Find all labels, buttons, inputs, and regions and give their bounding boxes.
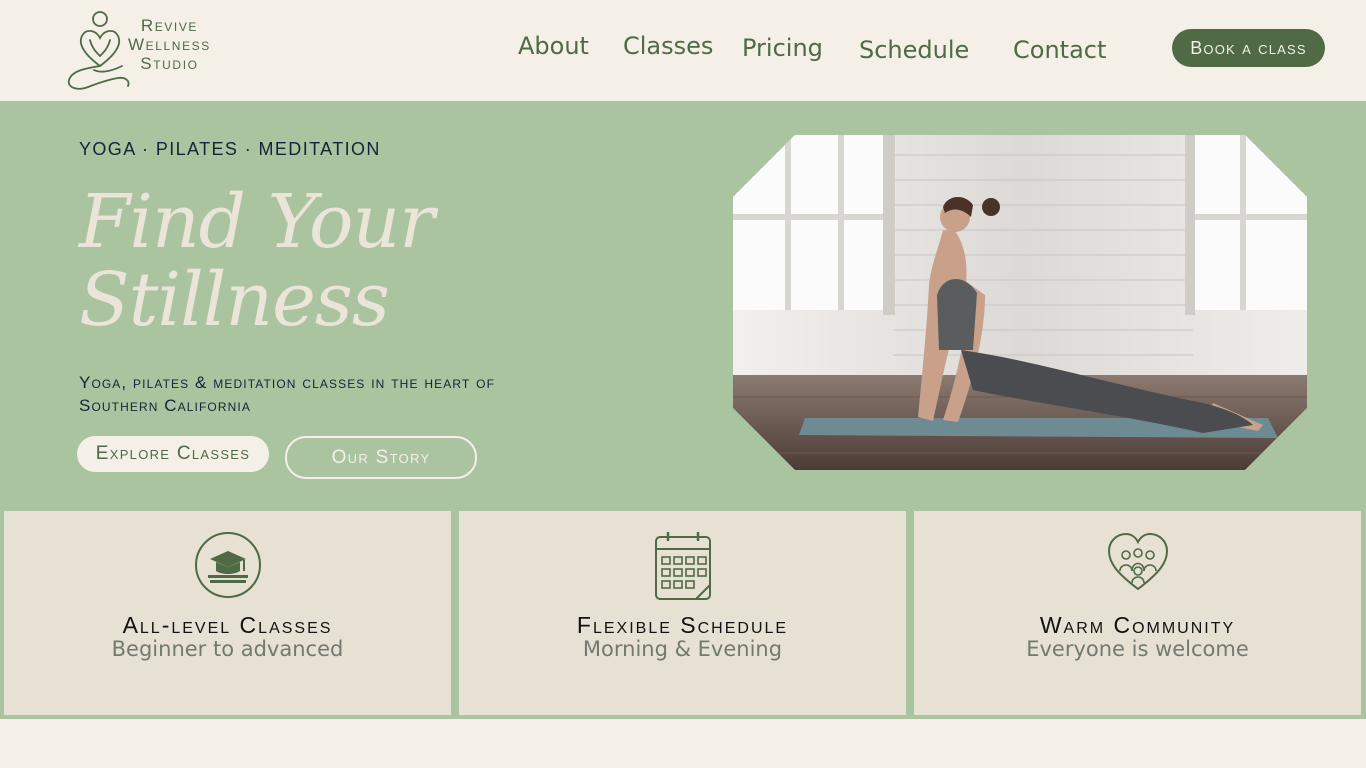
feature-title: All-level Classes: [122, 612, 333, 638]
nav-classes[interactable]: Classes: [623, 32, 713, 60]
hero-section: YOGA · PILATES · MEDITATION Find Your St…: [0, 101, 1366, 511]
our-story-button[interactable]: Our Story: [285, 436, 477, 479]
brand-name-line: Revive: [140, 16, 199, 35]
nav-about[interactable]: About: [518, 32, 589, 60]
graduation-cap-icon: [194, 532, 261, 598]
hero-headline-line: Find Your: [79, 179, 435, 265]
nav-contact[interactable]: Contact: [1013, 36, 1106, 64]
heart-people-icon: [1107, 532, 1168, 591]
lotus-heart-logo-icon: [67, 11, 130, 90]
feature-subtitle: Beginner to advanced: [111, 637, 344, 661]
brand-name-line: Wellness: [128, 35, 211, 54]
brand-logo[interactable]: Revive Wellness Studio: [66, 8, 236, 94]
hero-description: Yoga, pilates & meditation classes in th…: [79, 373, 496, 415]
hero-eyebrow: YOGA · PILATES · MEDITATION: [79, 139, 381, 159]
calendar-icon: [654, 532, 711, 600]
nav-schedule[interactable]: Schedule: [859, 36, 969, 64]
hero-headline: Find Your Stillness: [79, 179, 435, 343]
site-header: Revive Wellness Studio About Classes Pri…: [0, 0, 1366, 101]
feature-subtitle: Morning & Evening: [582, 637, 783, 661]
book-class-button[interactable]: Book a class: [1172, 29, 1325, 67]
brand-name-line: Studio: [140, 54, 199, 73]
hero-yoga-photo: [733, 135, 1307, 470]
feature-title: Flexible Schedule: [576, 612, 789, 638]
explore-classes-button[interactable]: Explore Classes: [77, 436, 269, 472]
feature-card-warm-community: Warm Community Everyone is welcome: [914, 511, 1361, 715]
features-strip: All-level Classes Beginner to advanced F…: [0, 511, 1366, 719]
feature-card-all-level: All-level Classes Beginner to advanced: [4, 511, 451, 715]
feature-title: Warm Community: [1039, 612, 1236, 638]
hero-headline-line: Stillness: [79, 257, 390, 343]
feature-card-flexible-schedule: Flexible Schedule Morning & Evening: [459, 511, 906, 715]
nav-pricing[interactable]: Pricing: [742, 34, 823, 62]
brand-name: Revive Wellness Studio: [128, 16, 211, 73]
feature-subtitle: Everyone is welcome: [1026, 637, 1249, 661]
